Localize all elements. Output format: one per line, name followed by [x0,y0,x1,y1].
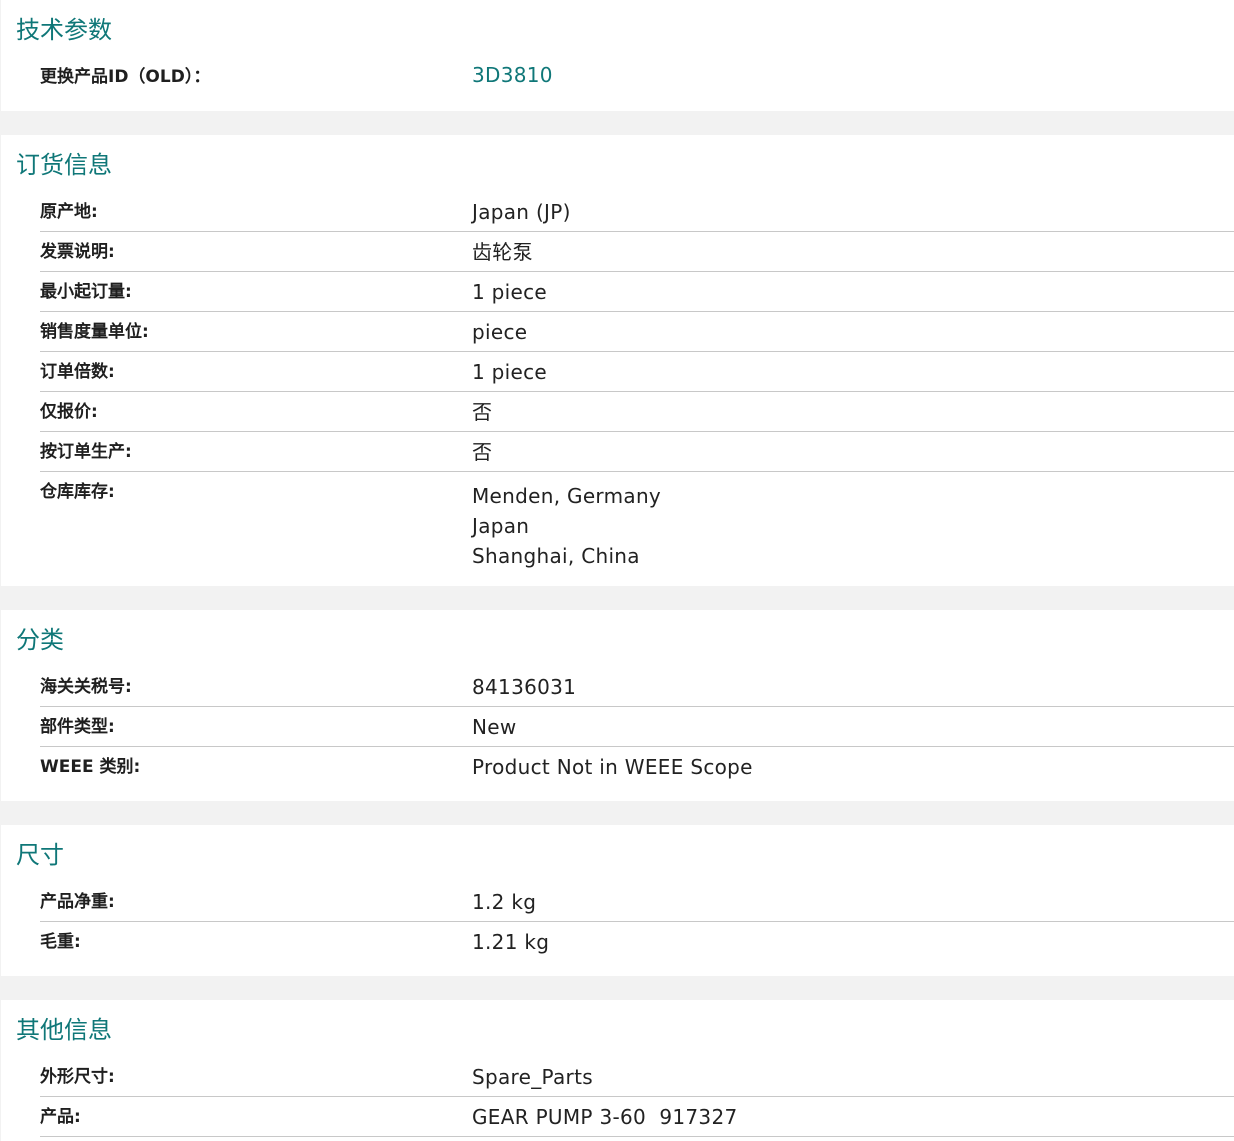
section-other-info: 其他信息 外形尺寸: Spare_Parts 产品: GEAR PUMP 3-6… [1,1000,1234,1141]
spec-row-min-order: 最小起订量: 1 piece [40,272,1234,312]
spec-row-customs-tariff: 海关关税号: 84136031 [40,667,1234,707]
product-detail-page: 技术参数 更换产品ID（OLD）： 3D3810 订货信息 原产地: Japan… [0,0,1234,1141]
warehouse-item: Menden, Germany [472,484,662,508]
spec-value: 1 piece [472,280,548,304]
spec-row-invoice-desc: 发票说明: 齿轮泵 [40,232,1234,272]
spec-value: 否 [472,440,493,464]
spec-value: 齿轮泵 [472,240,533,264]
spec-row-warehouse-stock: 仓库库存: Menden, Germany Japan Shanghai, Ch… [40,472,1234,586]
spec-value: GEAR PUMP 3-60 917327 [472,1105,738,1129]
spec-value: New [472,715,517,739]
section-title: 分类 [16,626,64,654]
spec-row-origin: 原产地: Japan (JP) [40,192,1234,232]
warehouse-item: Shanghai, China [472,544,640,568]
spec-value: Spare_Parts [472,1065,593,1089]
spec-label: 外形尺寸: [40,1067,115,1087]
spec-row-quote-only: 仅报价: 否 [40,392,1234,432]
spec-label: 发票说明: [40,242,115,262]
spec-label: WEEE 类别: [40,757,141,777]
spec-value: Japan (JP) [472,200,571,224]
spec-row-make-to-order: 按订单生产: 否 [40,432,1234,472]
spec-label: 按订单生产: [40,442,132,462]
spec-row-net-weight: 产品净重: 1.2 kg [40,882,1234,922]
spec-label: 仓库库存: [40,482,115,502]
spec-value: 1 piece [472,360,548,384]
warehouse-list: Menden, Germany Japan Shanghai, China [472,481,661,571]
section-technical-specs: 技术参数 更换产品ID（OLD）： 3D3810 [1,0,1234,111]
section-ordering-info: 订货信息 原产地: Japan (JP) 发票说明: 齿轮泵 最小起订量: 1 … [1,135,1234,586]
spec-value: 否 [472,400,493,424]
spec-label: 订单倍数: [40,362,115,382]
section-title: 订货信息 [16,151,112,179]
spec-label: 海关关税号: [40,677,132,697]
section-classification: 分类 海关关税号: 84136031 部件类型: New WEEE 类别: Pr… [1,610,1234,801]
spec-row-weee-category: WEEE 类别: Product Not in WEEE Scope [40,747,1234,786]
spec-label: 产品: [40,1107,81,1127]
spec-label: 销售度量单位: [40,322,149,342]
spec-row-part-type: 部件类型: New [40,707,1234,747]
section-title: 技术参数 [16,16,112,44]
spec-value: 1.21 kg [472,930,550,954]
spec-value: piece [472,320,528,344]
warehouse-item: Japan [472,514,530,538]
spec-value: 84136031 [472,675,577,699]
spec-label: 仅报价: [40,402,98,422]
spec-value: Product Not in WEEE Scope [472,755,753,779]
spec-label: 部件类型: [40,717,115,737]
section-title: 其他信息 [16,1016,112,1044]
spec-row-order-multiple: 订单倍数: 1 piece [40,352,1234,392]
spec-row-form-factor: 外形尺寸: Spare_Parts [40,1057,1234,1097]
spec-row-sales-uom: 销售度量单位: piece [40,312,1234,352]
spec-label: 产品净重: [40,892,115,912]
spec-label: 更换产品ID（OLD）： [40,67,211,87]
spec-row-product: 产品: GEAR PUMP 3-60 917327 [40,1097,1234,1137]
section-title: 尺寸 [16,841,64,869]
spec-label: 毛重: [40,932,81,952]
replacement-part-link[interactable]: 3D3810 [472,64,553,86]
spec-value: 1.2 kg [472,890,537,914]
spec-row-replacement-id: 更换产品ID（OLD）： 3D3810 [40,57,1234,96]
spec-label: 最小起订量: [40,282,132,302]
spec-label: 原产地: [40,202,98,222]
section-dimensions: 尺寸 产品净重: 1.2 kg 毛重: 1.21 kg [1,825,1234,976]
spec-row-gross-weight: 毛重: 1.21 kg [40,922,1234,961]
